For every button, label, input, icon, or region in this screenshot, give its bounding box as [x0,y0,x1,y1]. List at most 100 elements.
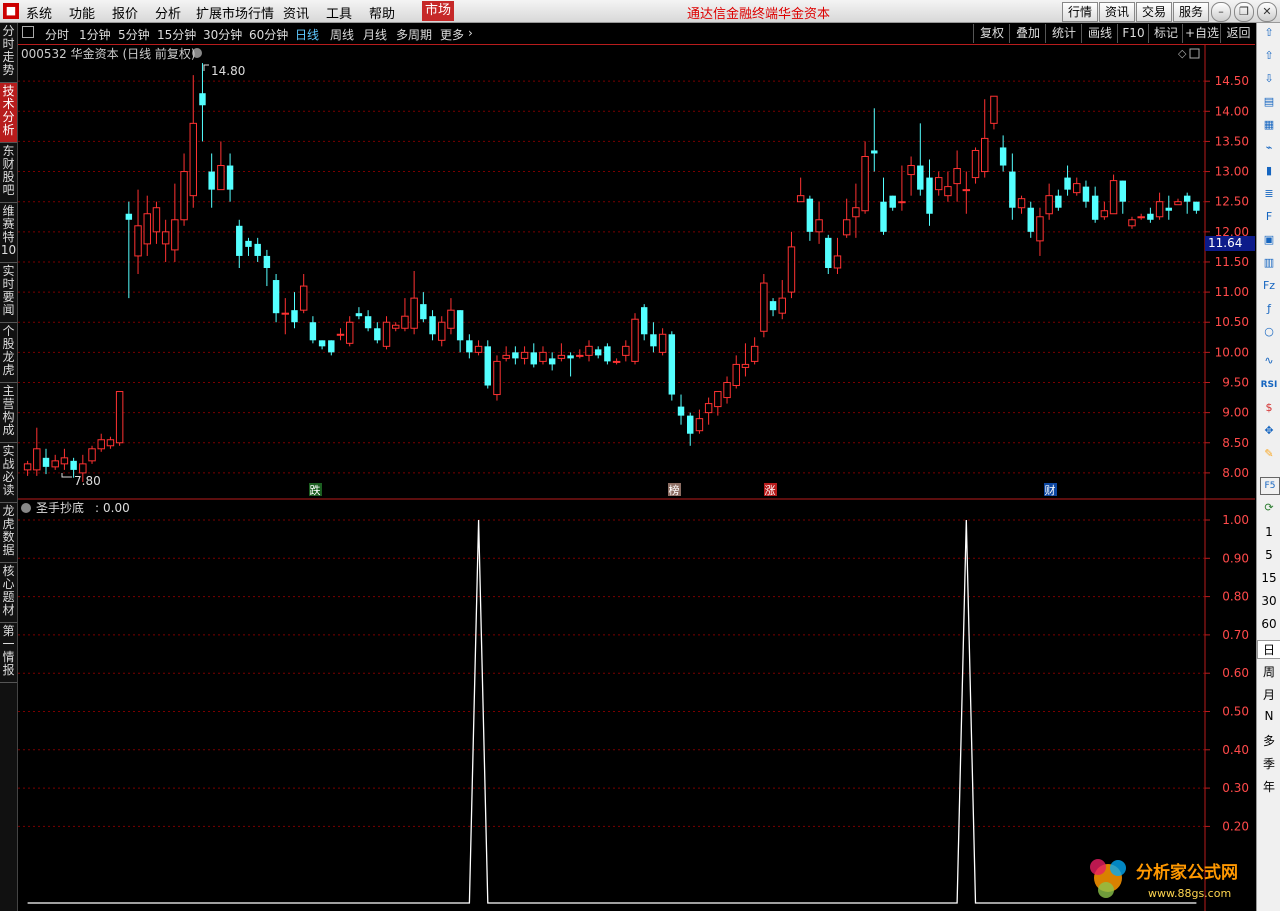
period-60-button[interactable]: 60 [1257,617,1280,631]
f10-button[interactable]: F10 [1117,24,1149,43]
list-icon[interactable]: ≣ [1260,186,1278,202]
move-icon[interactable]: ✥ [1260,423,1278,439]
period-60min[interactable]: 60分钟 [249,26,288,43]
period-15-button[interactable]: 15 [1257,571,1280,585]
rsi-icon[interactable]: RSI [1260,377,1278,393]
menu-analysis[interactable]: 分析 [155,3,181,22]
period-season-button[interactable]: 季 [1257,755,1280,772]
period-1min[interactable]: 1分钟 [79,26,111,43]
menu-tools[interactable]: 工具 [326,3,352,22]
candle-body [1155,201,1164,218]
tab-news[interactable]: 实时要闻 [0,263,17,323]
candle-body [907,165,915,176]
candle-body [750,345,759,362]
menu-news[interactable]: 资讯 [283,3,309,22]
fz-icon[interactable]: Fz [1260,278,1278,294]
period-5min[interactable]: 5分钟 [118,26,150,43]
f5-icon[interactable]: F5 [1260,477,1280,495]
tab-timeshare[interactable]: 分时走势 [0,23,17,83]
tab-first-info[interactable]: 第一情报 [0,623,17,683]
period-timeshare[interactable]: 分时 [45,26,69,43]
window-icon[interactable] [1189,48,1200,59]
candle [778,280,786,320]
arrow-up-icon[interactable]: ⇧ [1260,25,1278,41]
menu-quote[interactable]: 报价 [112,3,138,22]
period-day-button[interactable]: 日 [1257,640,1280,659]
arrow-up-small-icon[interactable]: ⇧ [1260,48,1278,64]
period-month-button[interactable]: 月 [1257,686,1280,703]
line-chart-icon[interactable]: ⌁ [1260,140,1278,156]
close-icon[interactable]: ✕ [1257,2,1277,22]
tab-must-read[interactable]: 实战必读 [0,443,17,503]
candle-body [401,315,409,329]
period-week-button[interactable]: 周 [1257,663,1280,680]
period-year-button[interactable]: 年 [1257,778,1280,795]
period-monthly[interactable]: 月线 [363,26,387,43]
chevron-right-icon[interactable]: › [468,26,473,40]
candle-body [962,189,971,192]
menu-extended-market[interactable]: 扩展市场行情 [196,3,274,22]
period-weekly[interactable]: 周线 [330,26,354,43]
candle-body [548,358,556,365]
table-icon[interactable]: ▦ [1260,117,1278,133]
pencil-icon[interactable]: ✎ [1260,446,1278,462]
candle-body [106,439,115,447]
restore-rights-button[interactable]: 复权 [973,24,1010,43]
f10-icon[interactable]: F [1260,209,1278,225]
market-button[interactable]: 市场 [422,1,454,21]
fx-icon[interactable]: ƒ [1260,301,1278,317]
candle-body [429,316,436,335]
period-1-button[interactable]: 1 [1257,525,1280,539]
period-more[interactable]: 更多 [440,26,464,43]
app-logo-icon[interactable]: ■ [3,3,19,19]
menu-system[interactable]: 系统 [26,3,52,22]
add-favorite-button[interactable]: +自选 [1182,24,1221,43]
restore-icon[interactable]: ❐ [1234,2,1254,22]
tab-dragon-tiger[interactable]: 个股龙虎 [0,323,17,383]
dollar-icon[interactable]: $ [1260,400,1278,416]
period-5-button[interactable]: 5 [1257,548,1280,562]
tab-business[interactable]: 主营构成 [0,383,17,443]
diamond-icon[interactable]: ◇ [1178,47,1187,60]
period-multi[interactable]: 多周期 [396,26,432,43]
overlay-button[interactable]: 叠加 [1009,24,1046,43]
period-30min[interactable]: 30分钟 [203,26,242,43]
menu-help[interactable]: 帮助 [369,3,395,22]
period-30-button[interactable]: 30 [1257,594,1280,608]
statistics-button[interactable]: 统计 [1045,24,1082,43]
candle [1009,153,1016,220]
arrow-down-icon[interactable]: ⇩ [1260,71,1278,87]
kline-chart-area[interactable]: 14.5014.0013.5013.0012.5012.0011.5011.00… [18,45,1255,911]
news-button[interactable]: 资讯 [1099,2,1135,22]
candle-body [70,460,77,470]
chart-icon[interactable]: ▤ [1260,94,1278,110]
candle [299,274,308,314]
period-daily[interactable]: 日线 [295,26,319,43]
tab-forum[interactable]: 东财股吧 [0,143,17,203]
refresh-icon[interactable]: ⟳ [1260,500,1278,516]
circle-icon[interactable]: ○ [1260,324,1278,340]
draw-line-button[interactable]: 画线 [1081,24,1118,43]
minimize-icon[interactable]: – [1211,2,1231,22]
report-icon[interactable]: ▥ [1260,255,1278,271]
tab-core-theme[interactable]: 核心题材 [0,563,17,623]
tab-dragon-data[interactable]: 龙虎数据 [0,503,17,563]
quote-button[interactable]: 行情 [1062,2,1098,22]
wave-icon[interactable]: ∿ [1260,353,1278,369]
panel-toggle-icon[interactable] [22,26,34,38]
back-button[interactable]: 返回 [1220,24,1256,43]
menu-function[interactable]: 功能 [69,3,95,22]
doc-icon[interactable]: ▣ [1260,232,1278,248]
mark-button[interactable]: 标记 [1148,24,1183,43]
period-15min[interactable]: 15分钟 [157,26,196,43]
candle-body [336,333,345,336]
candle [364,310,372,332]
trade-button[interactable]: 交易 [1136,2,1172,22]
candle-icon[interactable]: ▮ [1260,163,1278,179]
period-multi-button[interactable]: 多 [1257,732,1280,749]
sub-collapse-icon[interactable] [21,503,31,513]
tab-weisaite[interactable]: 维赛特10 [0,203,17,263]
tab-technical-analysis[interactable]: 技术分析 [0,83,17,143]
period-n-button[interactable]: N [1257,709,1280,723]
service-button[interactable]: 服务 [1173,2,1209,22]
